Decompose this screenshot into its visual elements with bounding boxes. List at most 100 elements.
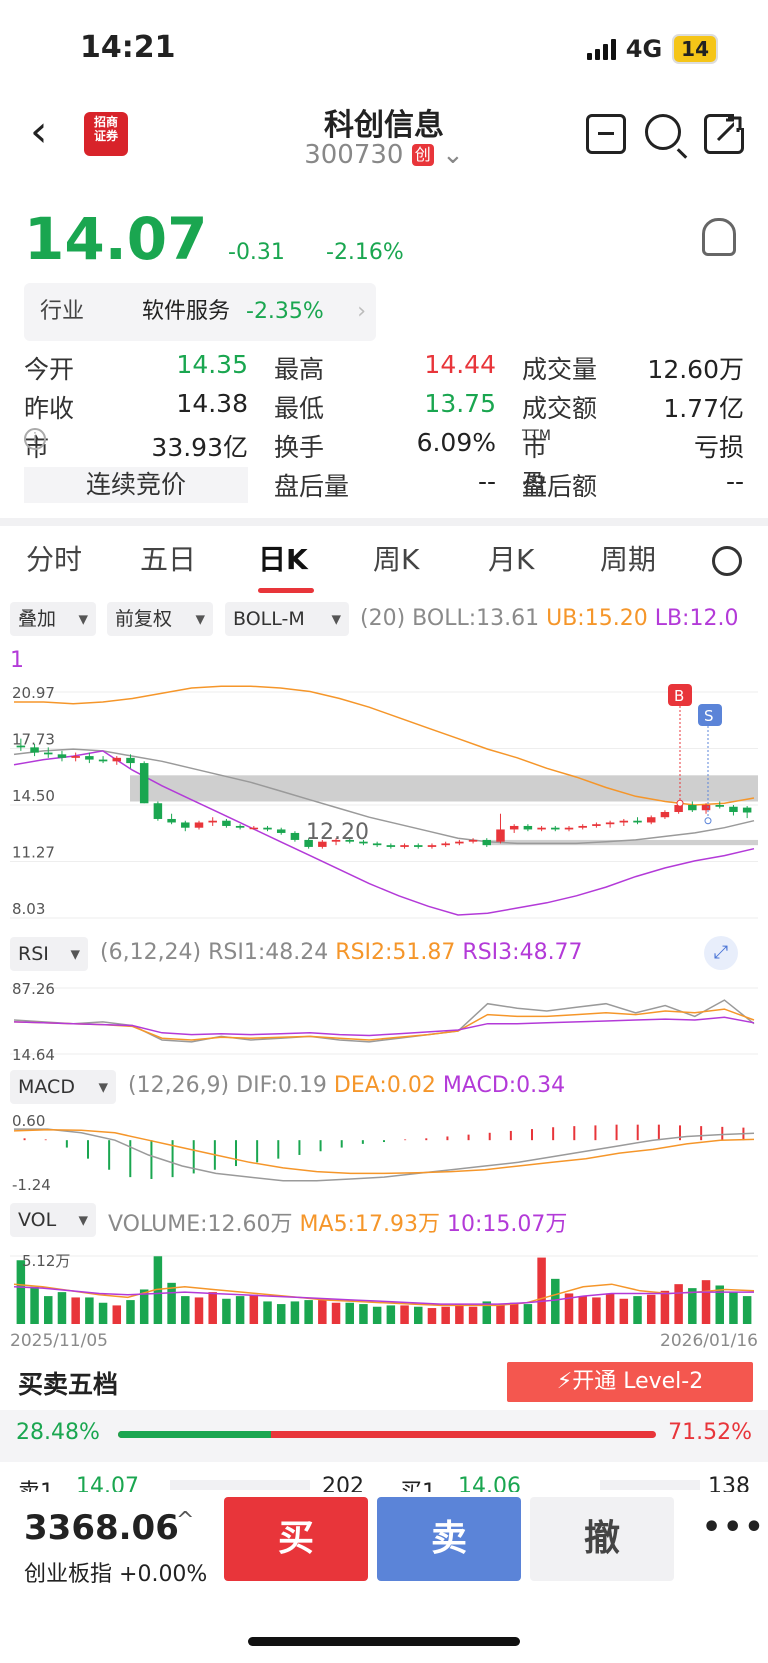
vol-dropdown[interactable]: VOL <box>10 1203 96 1237</box>
candle-body <box>181 822 190 828</box>
candle-body <box>729 806 738 812</box>
candle-body <box>153 803 163 819</box>
tab-monthly-k[interactable]: 月K <box>488 538 534 578</box>
candle-body <box>605 822 615 825</box>
tab-five-day[interactable]: 五日 <box>140 538 196 578</box>
volume-bar <box>290 1301 300 1324</box>
macd-y-top: 0.60 <box>12 1112 45 1130</box>
battery-icon: 14 <box>672 34 718 64</box>
home-indicator <box>248 1637 520 1646</box>
end-date: 2026/01/16 <box>660 1331 758 1351</box>
cancel-order-button[interactable]: 撤 <box>530 1497 674 1581</box>
search-icon[interactable] <box>645 114 681 150</box>
rsi1-value: RSI1:48.24 <box>208 940 329 965</box>
volume-bar <box>551 1278 560 1324</box>
buy-button[interactable]: 买 <box>224 1497 368 1581</box>
rsi-dropdown[interactable]: RSI <box>10 937 88 971</box>
tab-weekly-k[interactable]: 周K <box>373 538 419 578</box>
remove-watchlist-icon[interactable] <box>586 114 626 154</box>
sell-button[interactable]: 卖 <box>377 1497 521 1581</box>
level2-label: 开通 Level-2 <box>572 1369 704 1394</box>
tab-period[interactable]: 周期 <box>600 538 656 578</box>
volume-bar <box>619 1298 629 1324</box>
after-amount-value: -- <box>725 467 744 496</box>
industry-chip[interactable]: 行业 软件服务 -2.35% › <box>24 283 376 341</box>
candle-body <box>551 827 560 830</box>
volume-chart: 5.12万 <box>10 1252 758 1324</box>
candle-body <box>619 820 629 823</box>
index-value[interactable]: 3368.06 <box>24 1508 179 1548</box>
turnover-value: 6.09% <box>416 428 496 457</box>
after-amount-label: 盘后额 <box>522 472 598 501</box>
dea-line <box>13 1129 755 1175</box>
chevron-down-icon: ⌄ <box>442 140 464 170</box>
boll-lb-wrap: 1 <box>10 648 24 673</box>
chevron-right-icon: › <box>357 299 366 324</box>
level2-button[interactable]: ⚡开通 Level-2 <box>507 1362 753 1402</box>
prev-close-label: 昨收 <box>24 394 75 423</box>
status-time: 14:21 <box>80 30 176 65</box>
candle-body <box>167 818 176 823</box>
more-icon[interactable]: ••• <box>702 1510 766 1545</box>
sell-marker-label: S <box>704 707 714 725</box>
bid1-price: 14.06 <box>458 1474 521 1492</box>
candle-body <box>400 845 409 847</box>
macd-dropdown[interactable]: MACD <box>10 1070 116 1104</box>
volume-bar <box>578 1296 587 1324</box>
candlestick-chart[interactable]: 20.97 17.73 14.50 11.27 8.03 12.20 B S <box>10 680 758 930</box>
volume-bar <box>688 1288 697 1324</box>
price-annotation: 12.20 <box>306 820 369 845</box>
volume-bar <box>331 1302 341 1324</box>
buy-marker-dot <box>676 799 684 807</box>
vol-y-top: 5.12万 <box>22 1252 70 1270</box>
adjust-dropdown[interactable]: 前复权 <box>107 602 213 636</box>
low-label: 最低 <box>274 394 325 423</box>
candle-body <box>57 754 67 758</box>
volume-bar <box>742 1296 752 1324</box>
volume-bar <box>44 1296 53 1324</box>
candle-body <box>509 825 519 830</box>
info-icon[interactable]: i <box>24 428 46 450</box>
overlay-dropdown[interactable]: 叠加 <box>10 602 96 636</box>
volume-bar <box>222 1298 231 1324</box>
after-volume-value: -- <box>477 467 496 496</box>
settings-icon[interactable] <box>712 546 742 576</box>
candle-body <box>578 825 587 828</box>
rsi1-line <box>13 999 755 1043</box>
pe-value: 亏损 <box>693 433 744 462</box>
rsi2-value: RSI2:51.87 <box>335 940 456 965</box>
volume-bar <box>592 1297 601 1324</box>
auction-status: 连续竞价 <box>24 467 248 503</box>
candle-body <box>646 817 656 823</box>
tab-intraday[interactable]: 分时 <box>26 538 82 578</box>
candle-body <box>742 807 752 813</box>
section-divider <box>0 518 768 526</box>
ask1-price: 14.07 <box>76 1474 139 1492</box>
candle-body <box>592 824 601 826</box>
volume-bar <box>304 1300 313 1324</box>
tab-daily-k[interactable]: 日K <box>258 538 308 578</box>
index-change: +0.00% <box>119 1562 208 1587</box>
amount-value: 1.77亿 <box>663 394 744 423</box>
alert-bell-icon[interactable] <box>702 218 736 256</box>
ask1-label: 卖1 <box>18 1474 54 1492</box>
expand-icon[interactable]: ⤢ <box>704 936 738 970</box>
share-icon[interactable] <box>704 114 744 154</box>
volume-bar <box>181 1296 190 1324</box>
volume-bar <box>386 1305 396 1324</box>
chevron-up-icon[interactable]: ^ <box>176 1508 194 1533</box>
indicator-dropdown[interactable]: BOLL-M <box>225 602 349 636</box>
depth-row: 卖1 14.07 202 买1 14.06 138 <box>0 1470 768 1492</box>
volume-bar <box>414 1306 423 1324</box>
volume-bar <box>194 1297 204 1324</box>
high-label: 最高 <box>274 355 325 384</box>
volume-bar <box>441 1306 450 1324</box>
buy-marker-label: B <box>674 687 684 705</box>
candle-body <box>194 822 204 828</box>
industry-label: 行业 <box>40 299 85 324</box>
y-axis-label: 14.50 <box>12 787 55 805</box>
status-icons: 4G 14 <box>586 34 718 64</box>
industry-name: 软件服务 <box>142 299 231 324</box>
candle-body <box>523 825 533 830</box>
sell-marker-dot <box>704 817 712 825</box>
